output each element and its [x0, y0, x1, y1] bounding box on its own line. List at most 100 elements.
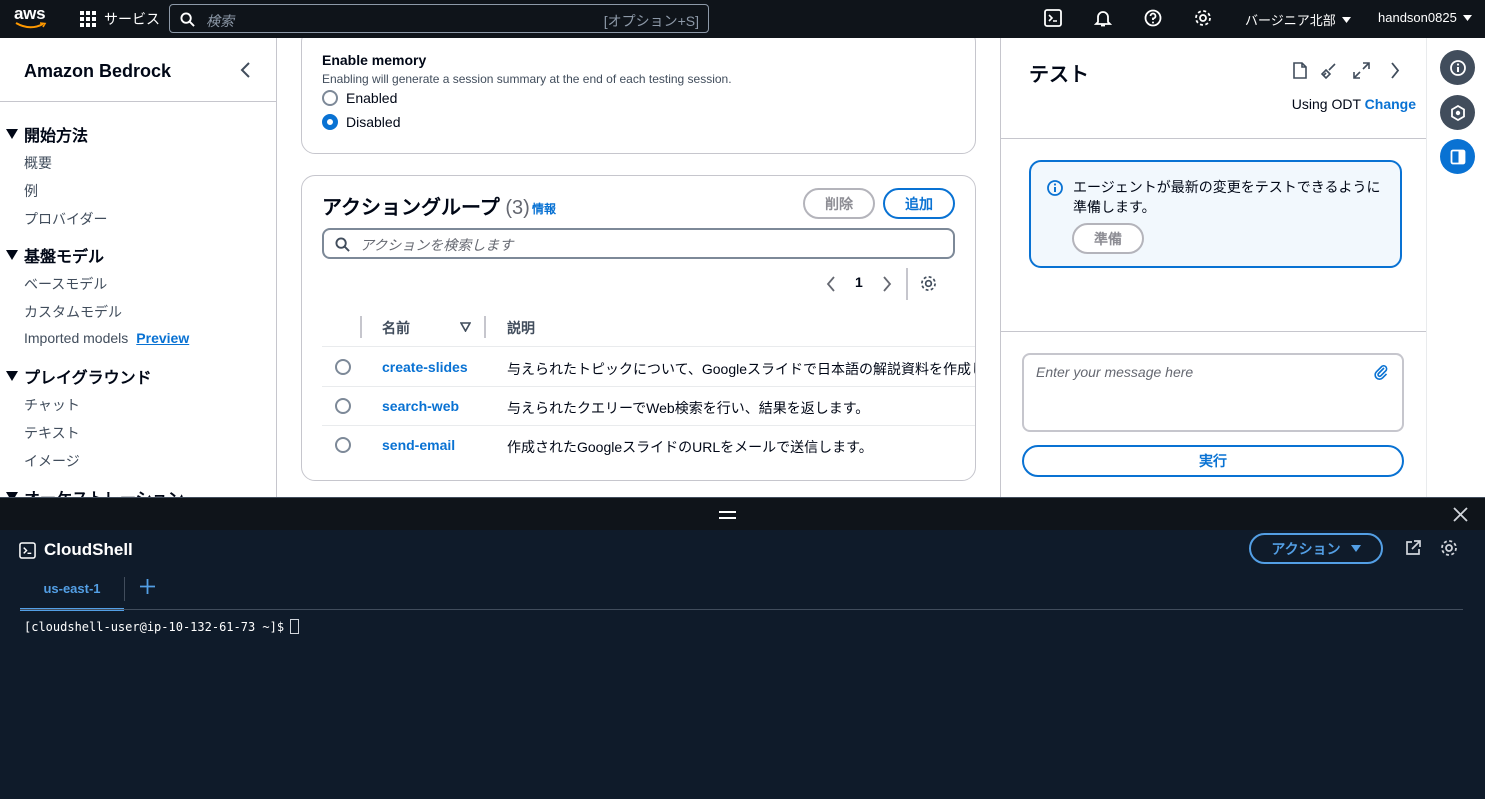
preferences-gear-icon[interactable]: [920, 275, 937, 292]
row-select-radio[interactable]: [335, 359, 351, 375]
cloudshell-resize-handle[interactable]: [0, 497, 1485, 530]
memory-disabled-radio[interactable]: Disabled: [322, 114, 400, 130]
close-icon[interactable]: [1453, 507, 1468, 522]
tab-us-east-1[interactable]: us-east-1: [20, 577, 124, 611]
side-navigation: Amazon Bedrock 開始方法 概要 例 プロバイダー 基盤モデル ベー…: [0, 38, 277, 497]
nav-section-label: プレイグラウンド: [24, 370, 152, 387]
test-panel-title: テスト: [1029, 64, 1089, 86]
sidebar-item-providers[interactable]: プロバイダー: [24, 209, 107, 229]
action-name-link[interactable]: search-web: [382, 398, 459, 414]
prepare-button[interactable]: 準備: [1072, 223, 1144, 254]
actions-label: アクション: [1271, 540, 1341, 557]
collapse-nav-icon[interactable]: [238, 62, 252, 78]
attach-paperclip-icon[interactable]: [1374, 364, 1388, 380]
sidebar-item-overview[interactable]: 概要: [24, 153, 52, 173]
message-input[interactable]: Enter your message here: [1022, 353, 1404, 432]
sidebar-item-custom-models[interactable]: カスタムモデル: [24, 302, 122, 322]
document-icon[interactable]: [1293, 62, 1307, 79]
page-number[interactable]: 1: [855, 274, 863, 290]
test-panel: テスト Using ODT Change エージェントが最新の変更をテストできる…: [1000, 38, 1426, 497]
chevron-right-icon[interactable]: [1390, 62, 1400, 79]
add-button[interactable]: 追加: [883, 188, 955, 219]
cloudshell-title: CloudShell: [19, 540, 133, 560]
right-utility-rail: [1426, 38, 1485, 497]
action-groups-card: アクショングループ (3) 情報 削除 追加 アクションを検索します 1 名前 …: [301, 175, 976, 481]
sort-descending-icon[interactable]: [460, 322, 471, 332]
sidenav-title[interactable]: Amazon Bedrock: [24, 61, 171, 82]
chevron-left-icon[interactable]: [826, 276, 836, 292]
add-tab-plus-icon[interactable]: [139, 578, 156, 595]
nav-section-label: 開始方法: [24, 128, 89, 145]
sidebar-item-imported-models[interactable]: Imported models Preview: [24, 330, 189, 346]
memory-title: Enable memory: [322, 52, 427, 68]
divider: [906, 268, 908, 300]
chevron-down-icon: [1350, 545, 1361, 552]
column-header-name[interactable]: 名前: [382, 318, 410, 338]
search-icon: [335, 237, 350, 252]
terminal-output[interactable]: [cloudshell-user@ip-10-132-61-73 ~]$: [24, 619, 300, 634]
radio-circle: [322, 90, 338, 106]
test-panel-toggle-button[interactable]: [1440, 139, 1475, 174]
column-separator: [360, 316, 362, 338]
row-select-radio[interactable]: [335, 398, 351, 414]
expand-icon[interactable]: [1353, 62, 1370, 79]
action-description: 与えられたクエリーでWeb検索を行い、結果を返します。: [507, 400, 870, 416]
grid-icon: [80, 11, 96, 27]
services-label: サービス: [104, 11, 160, 27]
agent-panel-button[interactable]: [1440, 95, 1475, 130]
notifications-bell-icon[interactable]: [1094, 9, 1112, 27]
change-model-link[interactable]: Change: [1365, 96, 1416, 112]
radio-circle-selected: [322, 114, 338, 130]
sidebar-item-examples[interactable]: 例: [24, 181, 38, 201]
terminal-cursor: [290, 619, 300, 634]
sidebar-item-chat[interactable]: チャット: [24, 395, 80, 415]
info-panel-button[interactable]: [1440, 50, 1475, 85]
run-button[interactable]: 実行: [1022, 445, 1404, 477]
memory-enabled-radio[interactable]: Enabled: [322, 90, 397, 106]
divider: [20, 609, 1463, 610]
settings-gear-icon[interactable]: [1194, 9, 1212, 27]
sidebar-item-base-models[interactable]: ベースモデル: [24, 274, 107, 294]
nav-section-label: オーケストレーション: [24, 485, 184, 497]
nav-section-orchestration[interactable]: オーケストレーション: [6, 485, 184, 497]
search-placeholder: アクションを検索します: [360, 237, 514, 253]
aws-logo[interactable]: aws: [14, 4, 48, 34]
terminal-icon: [19, 541, 36, 559]
model-info: Using ODT Change: [1292, 96, 1416, 112]
info-link[interactable]: 情報: [532, 200, 556, 217]
action-search-input[interactable]: アクションを検索します: [322, 228, 955, 259]
nav-section-getting-started[interactable]: 開始方法: [6, 122, 88, 146]
top-navigation-bar: aws サービス 検索 [オプション+S] バージニア北部 handson082…: [0, 0, 1485, 38]
delete-button[interactable]: 削除: [803, 188, 875, 219]
chevron-right-icon[interactable]: [882, 276, 892, 292]
caret-down-icon: [6, 250, 18, 260]
clear-brush-icon[interactable]: [1320, 62, 1337, 79]
sidebar-item-image[interactable]: イメージ: [24, 451, 80, 471]
help-icon[interactable]: [1144, 9, 1162, 27]
settings-gear-icon[interactable]: [1440, 539, 1458, 557]
global-search-input[interactable]: 検索 [オプション+S]: [169, 4, 709, 33]
memory-settings-card: Enable memory Enabling will generate a s…: [301, 38, 976, 154]
action-name-link[interactable]: send-email: [382, 437, 455, 453]
shell-prompt: [cloudshell-user@ip-10-132-61-73 ~]$: [24, 619, 285, 634]
column-header-description: 説明: [507, 320, 535, 336]
main-content: Enable memory Enabling will generate a s…: [277, 38, 1000, 497]
nav-section-playgrounds[interactable]: プレイグラウンド: [6, 364, 152, 388]
region-selector[interactable]: バージニア北部: [1245, 10, 1351, 29]
table-header-divider: [322, 346, 975, 347]
nav-section-foundation-models[interactable]: 基盤モデル: [6, 243, 104, 267]
cloudshell-icon[interactable]: [1044, 9, 1062, 27]
user-menu[interactable]: handson0825: [1378, 10, 1472, 25]
services-menu-button[interactable]: サービス: [80, 9, 160, 29]
action-name-link[interactable]: create-slides: [382, 359, 468, 375]
actions-dropdown-button[interactable]: アクション: [1249, 533, 1383, 564]
action-description: 与えられたトピックについて、Googleスライドで日本語の解説資料を作成し: [507, 361, 976, 377]
prepare-info-alert: エージェントが最新の変更をテストできるように準備します。 準備: [1029, 160, 1402, 268]
external-link-icon[interactable]: [1405, 540, 1421, 556]
row-select-radio[interactable]: [335, 437, 351, 453]
sidebar-item-text[interactable]: テキスト: [24, 423, 80, 443]
column-separator: [484, 316, 486, 338]
aws-smile-icon: [15, 22, 47, 29]
action-description: 作成されたGoogleスライドのURLをメールで送信します。: [507, 439, 873, 455]
preview-badge[interactable]: Preview: [136, 330, 189, 346]
